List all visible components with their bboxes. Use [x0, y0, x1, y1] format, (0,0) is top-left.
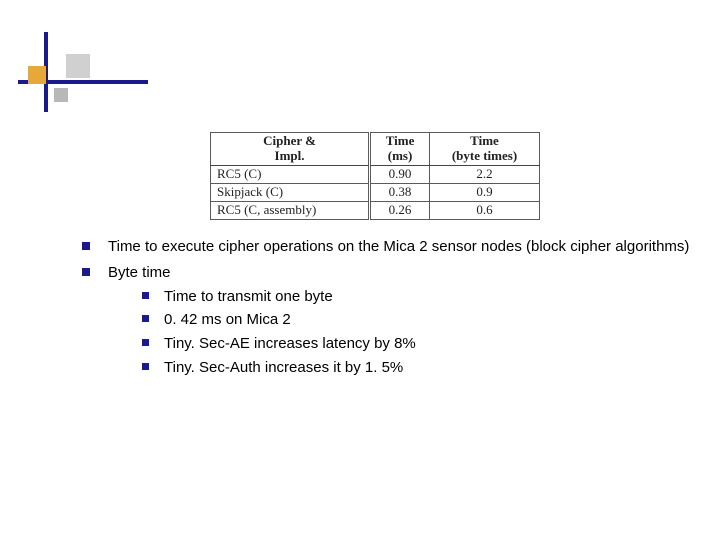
col-header-time-ms: Time (ms)	[370, 133, 430, 166]
cell-ms: 0.26	[370, 201, 430, 219]
decor-square-gray-large	[66, 54, 90, 78]
bullet-list: Time to execute cipher operations on the…	[82, 236, 690, 379]
sub-bullet-list: Time to transmit one byte 0. 42 ms on Mi…	[108, 286, 690, 379]
sub-bullet-item: Time to transmit one byte	[142, 286, 690, 308]
table-row: RC5 (C) 0.90 2.2	[211, 165, 540, 183]
cell-bt: 0.9	[429, 183, 539, 201]
bullet-content: Time to execute cipher operations on the…	[82, 236, 690, 383]
col-header-time-bt-l1: Time	[470, 133, 499, 148]
square-bullet-icon	[82, 268, 90, 276]
sub-bullet-text: Time to transmit one byte	[164, 288, 333, 305]
square-bullet-icon	[142, 292, 149, 299]
cell-cipher: RC5 (C, assembly)	[211, 201, 370, 219]
table: Cipher & Impl. Time (ms) Time (byte time…	[210, 132, 540, 220]
sub-bullet-text: Tiny. Sec-AE increases latency by 8%	[164, 335, 416, 352]
col-header-cipher-l1: Cipher &	[263, 133, 316, 148]
cell-ms: 0.90	[370, 165, 430, 183]
cell-cipher: RC5 (C)	[211, 165, 370, 183]
square-bullet-icon	[142, 315, 149, 322]
cell-bt: 2.2	[429, 165, 539, 183]
bullet-item: Byte time Time to transmit one byte 0. 4…	[82, 262, 690, 379]
col-header-time-bt: Time (byte times)	[429, 133, 539, 166]
table-row: Skipjack (C) 0.38 0.9	[211, 183, 540, 201]
sub-bullet-item: Tiny. Sec-AE increases latency by 8%	[142, 333, 690, 355]
cell-bt: 0.6	[429, 201, 539, 219]
sub-bullet-item: Tiny. Sec-Auth increases it by 1. 5%	[142, 357, 690, 379]
square-bullet-icon	[142, 339, 149, 346]
sub-bullet-text: 0. 42 ms on Mica 2	[164, 311, 291, 328]
decor-square-gray-small	[54, 88, 68, 102]
cell-cipher: Skipjack (C)	[211, 183, 370, 201]
col-header-cipher-l2: Impl.	[275, 148, 305, 163]
corner-decor	[18, 32, 148, 112]
decor-square-orange	[28, 66, 46, 84]
col-header-time-bt-l2: (byte times)	[452, 148, 517, 163]
square-bullet-icon	[142, 363, 149, 370]
bullet-text: Time to execute cipher operations on the…	[108, 238, 689, 255]
cipher-timing-table: Cipher & Impl. Time (ms) Time (byte time…	[210, 132, 540, 220]
table-row: RC5 (C, assembly) 0.26 0.6	[211, 201, 540, 219]
col-header-cipher: Cipher & Impl.	[211, 133, 370, 166]
col-header-time-ms-l1: Time	[386, 133, 415, 148]
table-header-row: Cipher & Impl. Time (ms) Time (byte time…	[211, 133, 540, 166]
cell-ms: 0.38	[370, 183, 430, 201]
bullet-text: Byte time	[108, 264, 171, 281]
sub-bullet-item: 0. 42 ms on Mica 2	[142, 309, 690, 331]
sub-bullet-text: Tiny. Sec-Auth increases it by 1. 5%	[164, 359, 403, 376]
col-header-time-ms-l2: (ms)	[388, 148, 413, 163]
slide: Cipher & Impl. Time (ms) Time (byte time…	[0, 0, 720, 540]
square-bullet-icon	[82, 242, 90, 250]
bullet-item: Time to execute cipher operations on the…	[82, 236, 690, 258]
